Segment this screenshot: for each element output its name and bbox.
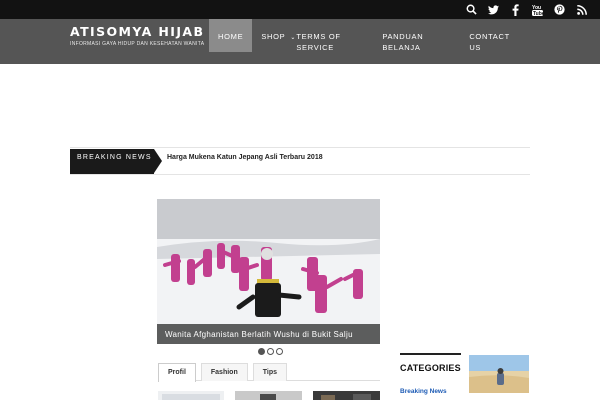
- post-thumbnail[interactable]: [158, 389, 224, 400]
- nav-label: HOME: [218, 32, 244, 41]
- sidebar-image[interactable]: [469, 355, 529, 393]
- rss-icon[interactable]: [575, 3, 588, 16]
- top-bar: YouTube: [0, 0, 600, 19]
- nav-item-home[interactable]: HOME: [209, 19, 253, 52]
- tab-tips[interactable]: Tips: [252, 363, 287, 381]
- tab-fashion[interactable]: Fashion: [200, 363, 248, 381]
- site-logo[interactable]: ATISOMYA HIJAB INFORMASI GAYA HIDUP DAN …: [70, 25, 205, 47]
- post-thumbnail[interactable]: [313, 389, 380, 400]
- facebook-icon[interactable]: [509, 3, 522, 16]
- nav-label: PANDUAN BELANJA: [382, 32, 424, 52]
- site-tagline: INFORMASI GAYA HIDUP DAN KESEHATAN WANIT…: [70, 41, 205, 47]
- main-nav: HOME SHOP ⌄ TERMS OF SERVICE PANDUAN BELA…: [209, 19, 529, 64]
- slider-dots: [258, 348, 283, 355]
- post-thumbnail[interactable]: [235, 389, 302, 400]
- nav-item-panduan[interactable]: PANDUAN BELANJA: [382, 19, 469, 64]
- content-tabs: Profil Fashion Tips: [158, 363, 380, 382]
- slider-dot[interactable]: [267, 348, 274, 355]
- nav-label: SHOP: [261, 32, 286, 41]
- slider-dot[interactable]: [258, 348, 265, 355]
- search-icon[interactable]: [465, 3, 478, 16]
- breaking-news-ticker: BREAKING NEWS Harga Mukena Katun Jepang …: [70, 147, 530, 175]
- tab-profil[interactable]: Profil: [158, 363, 196, 382]
- pinterest-icon[interactable]: [553, 3, 566, 16]
- nav-label: TERMS OF SERVICE: [296, 32, 341, 52]
- slider-dot[interactable]: [276, 348, 283, 355]
- svg-text:Tube: Tube: [533, 11, 543, 16]
- slide-image: [157, 199, 380, 344]
- nav-item-shop[interactable]: SHOP ⌄: [252, 19, 295, 64]
- post-thumbnails: [158, 389, 380, 400]
- social-links: YouTube: [465, 3, 588, 16]
- categories-title: CATEGORIES: [400, 363, 461, 373]
- slide-caption[interactable]: Wanita Afghanistan Berlatih Wushu di Buk…: [157, 324, 380, 344]
- site-title[interactable]: ATISOMYA HIJAB: [70, 25, 205, 38]
- breaking-news-headline[interactable]: Harga Mukena Katun Jepang Asli Terbaru 2…: [167, 154, 323, 161]
- featured-slider[interactable]: Wanita Afghanistan Berlatih Wushu di Buk…: [157, 199, 380, 344]
- youtube-icon[interactable]: YouTube: [531, 3, 544, 16]
- nav-label: CONTACT US: [469, 32, 510, 52]
- breaking-news-label: BREAKING NEWS: [70, 149, 162, 174]
- nav-item-contact[interactable]: CONTACT US: [469, 19, 529, 64]
- twitter-icon[interactable]: [487, 3, 500, 16]
- nav-item-terms[interactable]: TERMS OF SERVICE: [294, 19, 382, 64]
- sidebar-divider: [400, 353, 461, 355]
- site-header: ATISOMYA HIJAB INFORMASI GAYA HIDUP DAN …: [0, 19, 600, 64]
- category-link[interactable]: Breaking News: [400, 388, 447, 395]
